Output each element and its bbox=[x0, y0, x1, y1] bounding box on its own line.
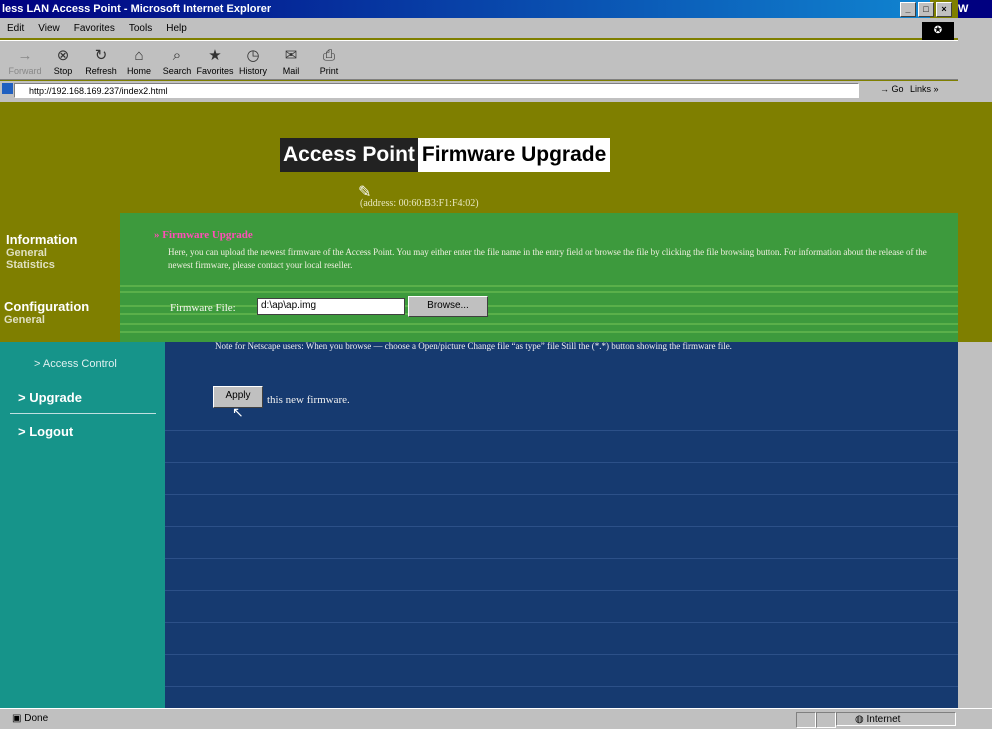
toolbar: → Forward ⊗ Stop ↻ Refresh ⌂ Home ⌕ Search ★ F… bbox=[0, 40, 958, 80]
stop-button[interactable]: ⊗ Stop bbox=[44, 47, 82, 79]
menu-edit[interactable]: Edit bbox=[0, 23, 31, 34]
netscape-note: Note for Netscape users: When you browse… bbox=[215, 341, 732, 351]
title-access-point: Access Point bbox=[280, 138, 418, 172]
menu-view[interactable]: View bbox=[31, 23, 67, 34]
page-title: Access Point Firmware Upgrade bbox=[280, 138, 611, 172]
mail-button[interactable]: ✉ Mail bbox=[272, 47, 310, 79]
mail-icon: ✉ bbox=[284, 47, 298, 64]
history-icon: ◷ bbox=[246, 47, 260, 64]
window-controls: _ □ × bbox=[900, 2, 952, 17]
refresh-icon: ↻ bbox=[94, 47, 108, 64]
ie-throbber-icon: ✪ bbox=[922, 22, 954, 40]
firmware-description: Here, you can upload the newest firmware… bbox=[168, 247, 927, 270]
browse-button[interactable]: Browse... bbox=[408, 296, 488, 317]
menu-help[interactable]: Help bbox=[159, 23, 194, 34]
device-address: (address: 00:60:B3:F1:F4:02) bbox=[360, 198, 479, 209]
globe-icon: ◍ bbox=[855, 714, 864, 725]
address-input[interactable]: http://192.168.169.237/index2.html bbox=[14, 83, 859, 98]
print-button[interactable]: ⎙ Print bbox=[310, 47, 348, 79]
refresh-button[interactable]: ↻ Refresh bbox=[82, 47, 120, 79]
nav-logout[interactable]: > Logout bbox=[18, 424, 73, 439]
nav-divider bbox=[10, 413, 156, 414]
menu-tools[interactable]: Tools bbox=[122, 23, 159, 34]
nav-upgrade[interactable]: > Upgrade bbox=[18, 390, 82, 405]
favorites-button[interactable]: ★ Favorites bbox=[196, 47, 234, 79]
page-icon bbox=[2, 83, 13, 94]
menu-favorites[interactable]: Favorites bbox=[67, 23, 122, 34]
title-firmware-upgrade: Firmware Upgrade bbox=[417, 138, 611, 172]
nav-general[interactable]: General bbox=[6, 247, 78, 259]
search-button[interactable]: ⌕ Search bbox=[158, 47, 196, 79]
mouse-cursor-icon: ↖ bbox=[232, 404, 244, 420]
nav-configuration[interactable]: Configuration General bbox=[4, 299, 89, 326]
status-bar: ▣ Done ◍ Internet bbox=[0, 708, 992, 729]
maximize-button[interactable]: □ bbox=[918, 2, 934, 17]
firmware-file-input[interactable]: d:\ap\ap.img bbox=[257, 298, 405, 315]
nav-config-general[interactable]: General bbox=[4, 314, 89, 326]
search-icon: ⌕ bbox=[172, 47, 182, 64]
firmware-section-title: » Firmware Upgrade bbox=[154, 229, 253, 241]
menu-bar: Edit View Favorites Tools Help bbox=[0, 18, 958, 38]
nav-information[interactable]: Information General Statistics bbox=[6, 232, 78, 271]
minimize-button[interactable]: _ bbox=[900, 2, 916, 17]
status-text: ▣ Done bbox=[12, 713, 49, 724]
window-title-bar: less LAN Access Point - Microsoft Intern… bbox=[0, 0, 930, 18]
favorites-icon: ★ bbox=[208, 47, 222, 64]
home-icon: ⌂ bbox=[134, 47, 144, 64]
forward-icon: → bbox=[17, 47, 33, 64]
home-button[interactable]: ⌂ Home bbox=[120, 47, 158, 79]
stop-icon: ⊗ bbox=[56, 47, 70, 64]
go-button[interactable]: → Go bbox=[880, 84, 904, 94]
adjacent-window-content bbox=[958, 102, 992, 342]
nav-access-control[interactable]: > Access Control bbox=[34, 358, 117, 370]
forward-button[interactable]: → Forward bbox=[6, 47, 44, 79]
print-icon: ⎙ bbox=[322, 47, 335, 64]
window-title: less LAN Access Point - Microsoft Intern… bbox=[2, 3, 272, 15]
history-button[interactable]: ◷ History bbox=[234, 47, 272, 79]
nav-statistics[interactable]: Statistics bbox=[6, 259, 78, 271]
address-bar: http://192.168.169.237/index2.html → Go … bbox=[0, 81, 958, 103]
links-button[interactable]: Links » bbox=[910, 84, 939, 94]
security-zone: ◍ Internet bbox=[836, 712, 956, 726]
other-window-title[interactable]: W bbox=[958, 0, 992, 18]
firmware-file-label: Firmware File: bbox=[170, 302, 236, 314]
apply-description: this new firmware. bbox=[267, 394, 350, 406]
close-button[interactable]: × bbox=[936, 2, 952, 17]
